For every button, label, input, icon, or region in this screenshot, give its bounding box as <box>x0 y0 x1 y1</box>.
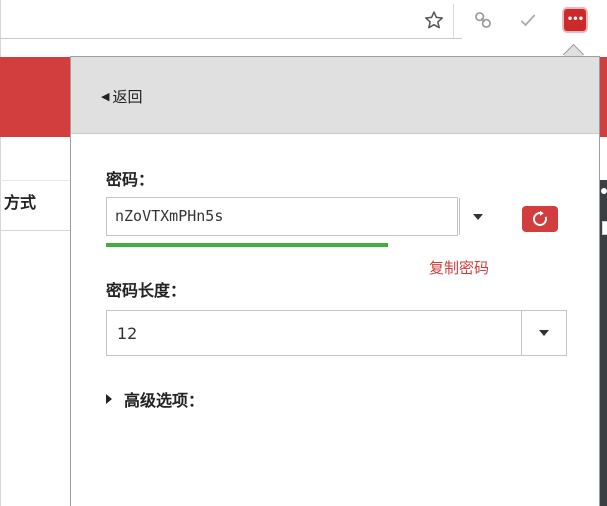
advanced-options-label: 高级选项： <box>124 391 205 410</box>
regenerate-button[interactable] <box>522 206 558 232</box>
browser-toolbar: ••• <box>0 0 607 40</box>
window-edge <box>0 0 1 40</box>
background-divider <box>0 230 70 231</box>
lastpass-extension-button[interactable]: ••• <box>562 7 588 33</box>
password-field[interactable]: nZoVTXmPHn5s <box>106 197 483 236</box>
password-strength-bar <box>106 243 388 247</box>
background-input-edge <box>602 221 607 235</box>
lastpass-icon: ••• <box>564 9 586 31</box>
extension-dots: ••• <box>566 14 584 25</box>
check-extension-button[interactable] <box>516 8 540 32</box>
password-value[interactable]: nZoVTXmPHn5s <box>115 207 223 225</box>
password-generator-popup: ◀ 返回 密码： nZoVTXmPHn5s 复制密码 密码长度： 12 高级选项… <box>70 56 600 506</box>
advanced-options-toggle[interactable]: 高级选项： <box>106 387 204 411</box>
link-icon <box>475 12 491 28</box>
copy-password-link[interactable]: 复制密码 <box>429 257 489 278</box>
popup-header: ◀ 返回 <box>71 57 599 134</box>
star-icon <box>425 11 443 29</box>
length-label: 密码长度： <box>106 281 187 300</box>
chevron-down-icon <box>539 330 549 336</box>
back-button[interactable]: ◀ 返回 <box>101 85 142 107</box>
password-history-dropdown[interactable] <box>459 198 496 235</box>
refresh-icon <box>533 210 547 226</box>
length-select[interactable]: 12 <box>106 310 567 356</box>
background-divider <box>0 180 70 181</box>
toolbar-separator <box>453 4 454 38</box>
caret-right-icon <box>106 394 112 404</box>
background-side-label: 方式 <box>4 193 37 212</box>
check-icon <box>520 14 536 27</box>
caret-left-icon: ◀ <box>101 89 110 103</box>
background-red-banner <box>0 57 70 137</box>
back-label: 返回 <box>112 87 143 106</box>
password-label: 密码： <box>106 170 155 189</box>
link-extension-button[interactable] <box>471 8 495 32</box>
length-value: 12 <box>117 324 138 343</box>
length-dropdown-button[interactable] <box>521 311 566 355</box>
omnibox-edge <box>0 38 462 39</box>
chevron-down-icon <box>473 213 483 220</box>
background-red-banner <box>600 57 607 137</box>
background-bullet <box>601 188 607 194</box>
bookmark-star-button[interactable] <box>422 8 446 32</box>
